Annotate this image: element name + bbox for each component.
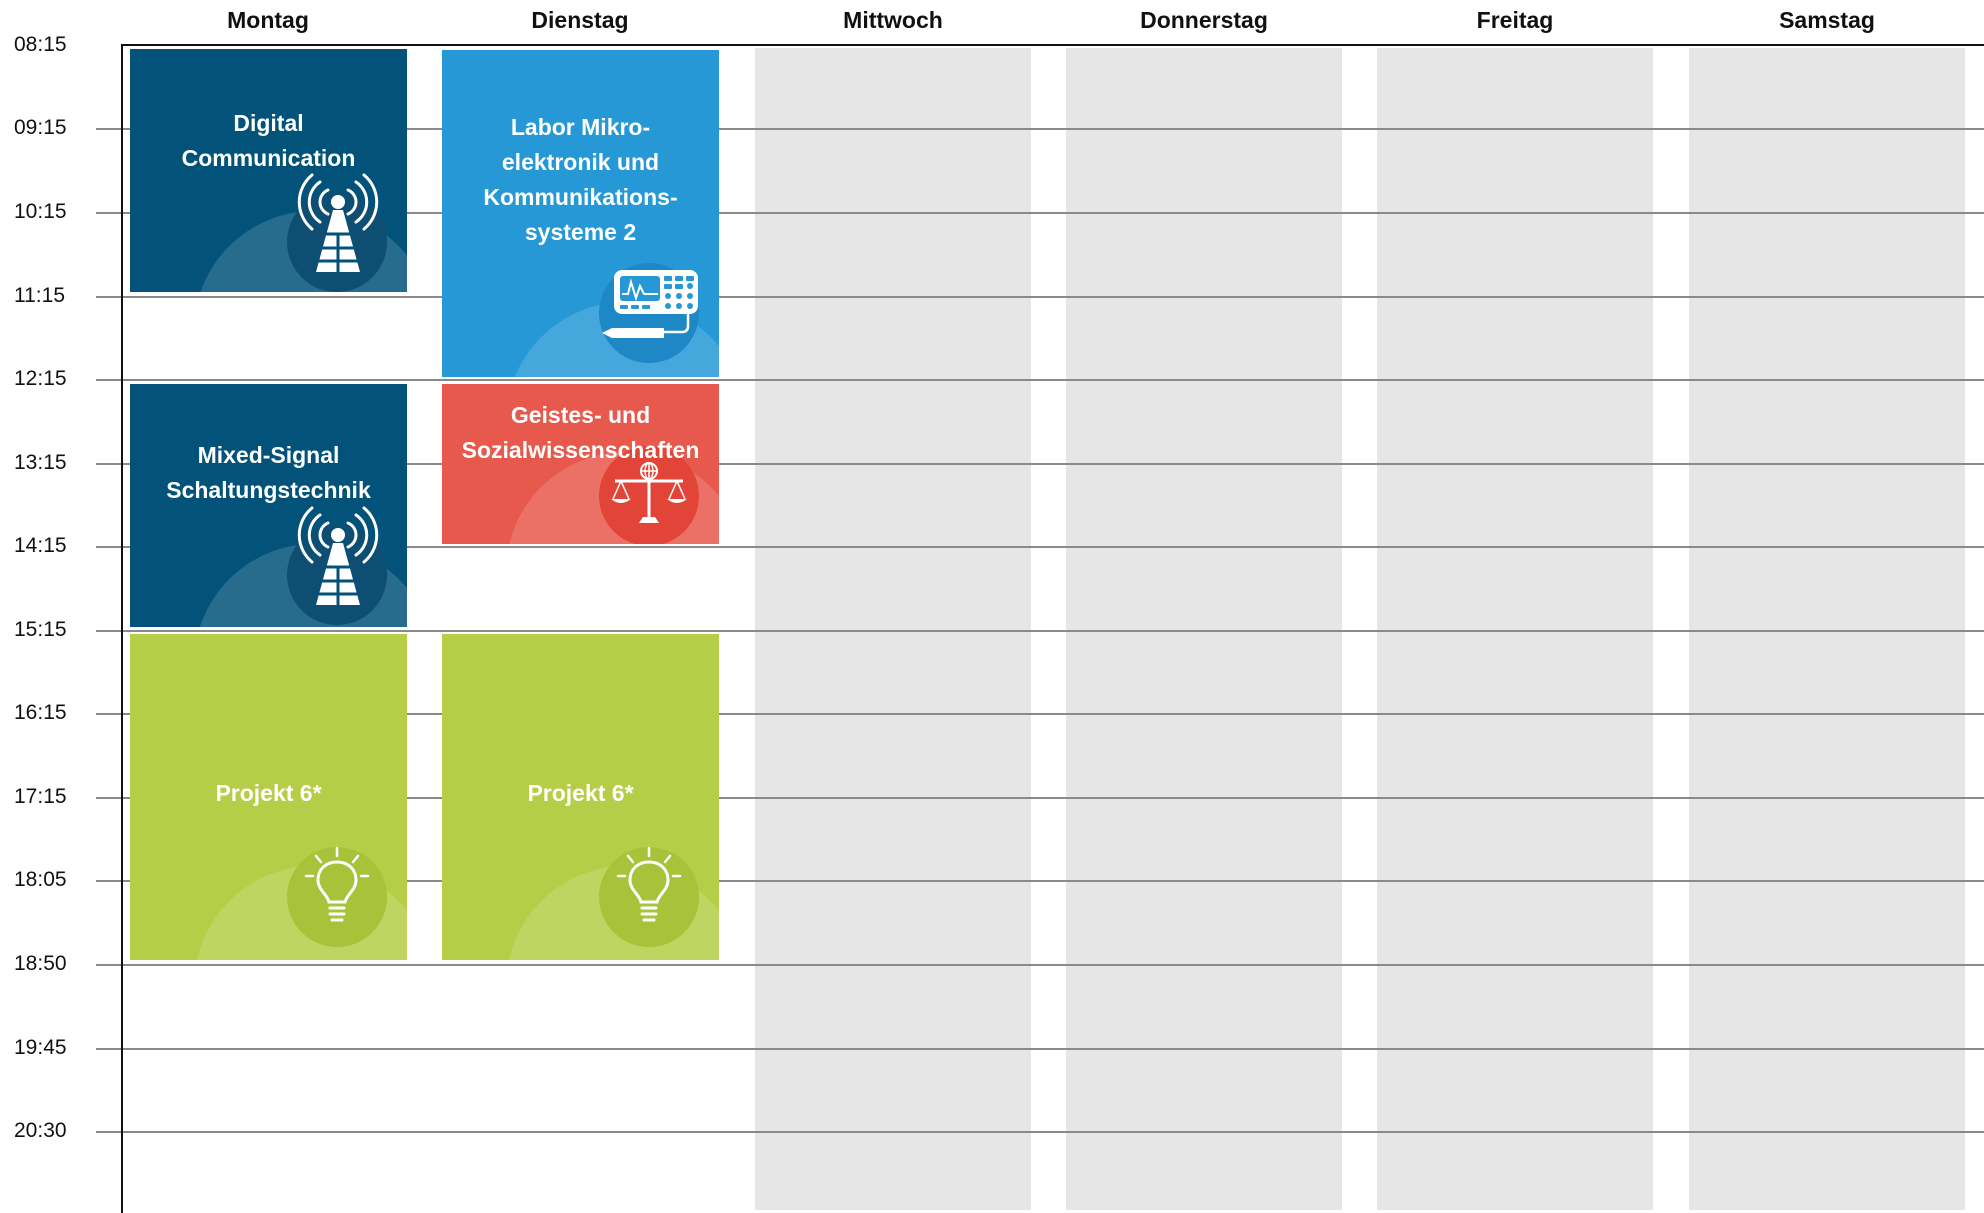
day-column-samstag	[1689, 48, 1965, 1210]
event-title: Geistes- und Sozialwissenschaften	[461, 402, 700, 463]
grid-line	[96, 964, 1984, 966]
event-card-digital-communication[interactable]: Digital Communication	[130, 49, 407, 292]
day-header-donnerstag: Donnerstag	[1140, 7, 1268, 33]
event-card-labor-mikroelektronik[interactable]: Labor Mikro- elektronik und Kommunikatio…	[442, 50, 719, 377]
day-column-freitag	[1377, 48, 1653, 1210]
day-header-mittwoch: Mittwoch	[843, 7, 943, 33]
grid-line	[96, 630, 1984, 632]
grid-line	[96, 296, 1984, 298]
time-label: 11:15	[14, 284, 65, 307]
time-label: 15:15	[14, 618, 67, 641]
antenna-icon	[297, 173, 379, 272]
event-title: Mixed-Signal Schaltungstechnik	[166, 442, 371, 503]
day-column-donnerstag	[1066, 48, 1342, 1210]
time-label: 20:30	[14, 1119, 67, 1142]
scales-icon	[611, 462, 687, 523]
day-header-samstag: Samstag	[1779, 7, 1875, 33]
grid-line	[96, 1131, 1984, 1133]
timetable: Montag Dienstag Mittwoch Donnerstag Frei…	[0, 0, 1984, 1213]
time-label: 17:15	[14, 785, 67, 808]
time-label: 10:15	[14, 200, 67, 223]
time-label: 09:15	[14, 116, 67, 139]
day-header-dienstag: Dienstag	[531, 7, 629, 33]
antenna-icon	[297, 506, 379, 605]
time-label: 12:15	[14, 367, 67, 390]
event-title: Projekt 6*	[527, 780, 634, 806]
time-label: 08:15	[14, 33, 67, 56]
event-title: Labor Mikro- elektronik und Kommunikatio…	[483, 114, 678, 245]
time-label: 18:05	[14, 868, 67, 891]
day-header-montag: Montag	[227, 7, 309, 33]
grid-line	[96, 379, 1984, 381]
lightbulb-icon	[304, 846, 370, 922]
time-label: 16:15	[14, 701, 67, 724]
grid-line	[96, 1048, 1984, 1050]
time-label: 19:45	[14, 1036, 67, 1059]
time-label: 14:15	[14, 534, 67, 557]
event-title: Projekt 6*	[215, 780, 322, 806]
lightbulb-icon	[616, 846, 682, 922]
event-card-projekt-6-montag[interactable]: Projekt 6*	[130, 634, 407, 960]
event-card-geistes-sozialwissenschaften[interactable]: Geistes- und Sozialwissenschaften	[442, 384, 719, 544]
event-card-mixed-signal[interactable]: Mixed-Signal Schaltungstechnik	[130, 384, 407, 627]
time-axis-line	[121, 44, 123, 1213]
event-card-projekt-6-dienstag[interactable]: Projekt 6*	[442, 634, 719, 960]
time-label: 18:50	[14, 952, 67, 975]
day-column-mittwoch	[755, 48, 1031, 1210]
event-title: Digital Communication	[181, 110, 356, 171]
day-header-freitag: Freitag	[1476, 7, 1554, 33]
header-axis-line	[121, 44, 1984, 46]
oscilloscope-icon	[602, 270, 698, 338]
time-label: 13:15	[14, 451, 67, 474]
